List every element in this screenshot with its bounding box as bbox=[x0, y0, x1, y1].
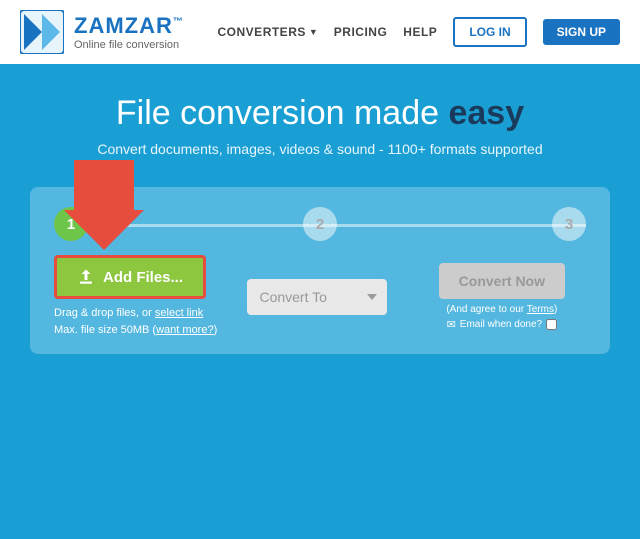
convert-to-select[interactable]: Convert To bbox=[247, 279, 387, 315]
add-files-hint: Drag & drop files, or select link Max. f… bbox=[54, 305, 217, 338]
step-3-circle: 3 bbox=[552, 207, 586, 241]
add-files-button[interactable]: Add Files... bbox=[54, 255, 206, 299]
red-arrow-icon bbox=[64, 160, 144, 250]
converter-panel: 1 2 3 bbox=[0, 177, 640, 374]
add-files-section: Add Files... Drag & drop files, or selec… bbox=[54, 255, 217, 338]
email-icon: ✉ bbox=[447, 318, 456, 331]
zamzar-logo-icon bbox=[20, 10, 64, 54]
converters-dropdown-arrow: ▼ bbox=[309, 27, 318, 37]
logo-area: ZAMZAR™ Online file conversion bbox=[20, 10, 184, 54]
hero-title: File conversion made easy bbox=[20, 94, 620, 133]
convert-now-button[interactable]: Convert Now bbox=[439, 263, 565, 299]
header: ZAMZAR™ Online file conversion CONVERTER… bbox=[0, 0, 640, 64]
login-button[interactable]: LOG IN bbox=[453, 17, 526, 47]
nav-pricing-link[interactable]: PRICING bbox=[334, 25, 388, 39]
step-2-circle: 2 bbox=[303, 207, 337, 241]
signup-button[interactable]: SIGN UP bbox=[543, 19, 620, 45]
convert-now-section: Convert Now (And agree to our Terms) ✉ E… bbox=[418, 263, 586, 331]
upload-icon bbox=[77, 268, 95, 286]
email-label: Email when done? bbox=[460, 319, 542, 330]
email-row: ✉ Email when done? bbox=[447, 318, 558, 331]
nav-help-link[interactable]: HELP bbox=[403, 25, 437, 39]
want-more-link[interactable]: want more? bbox=[156, 324, 213, 336]
add-files-label: Add Files... bbox=[103, 269, 183, 286]
nav-area: CONVERTERS ▼ PRICING HELP LOG IN SIGN UP bbox=[218, 17, 620, 47]
nav-converters[interactable]: CONVERTERS ▼ bbox=[218, 25, 318, 39]
email-checkbox[interactable] bbox=[546, 319, 557, 330]
terms-link[interactable]: Terms bbox=[527, 304, 554, 315]
convert-to-section: Convert To bbox=[233, 279, 401, 315]
converter-box: 1 2 3 bbox=[30, 187, 610, 354]
actions-row: Add Files... Drag & drop files, or selec… bbox=[54, 255, 586, 338]
agree-text: (And agree to our Terms) bbox=[446, 304, 557, 315]
logo-text-area: ZAMZAR™ Online file conversion bbox=[74, 13, 184, 51]
logo-name: ZAMZAR™ bbox=[74, 13, 184, 39]
hero-subtitle: Convert documents, images, videos & soun… bbox=[20, 141, 620, 157]
nav-converters-link[interactable]: CONVERTERS bbox=[218, 25, 306, 39]
logo-tagline: Online file conversion bbox=[74, 39, 184, 51]
select-link[interactable]: select link bbox=[155, 307, 203, 319]
